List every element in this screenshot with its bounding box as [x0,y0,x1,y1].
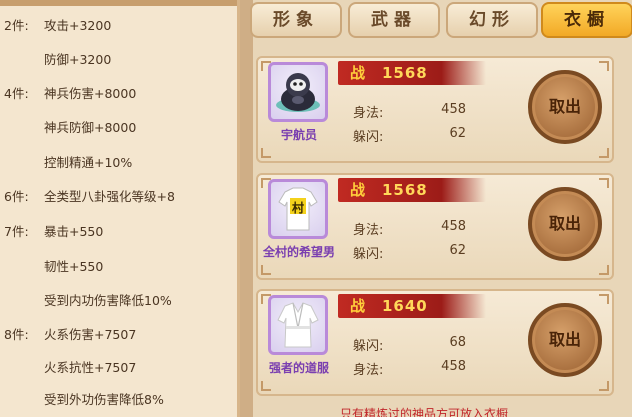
take-out-button[interactable]: 取出 [528,70,602,144]
bonus-text: 受到外功伤害降低8% [44,392,164,407]
stat-value: 458 [441,219,466,234]
power-label: 战 [350,297,366,315]
bonus-text: 韧性+550 [44,259,104,274]
stat-value: 458 [441,102,466,117]
bonus-text: 控制精通+10% [44,155,133,170]
bonus-text: 防御+3200 [44,52,112,67]
stat-value: 62 [449,126,466,141]
wardrobe-note: 只有精炼过的神品方可放入衣橱 [340,407,509,417]
tab-wardrobe[interactable]: 衣橱 [541,2,632,38]
take-out-button[interactable]: 取出 [528,303,602,377]
stat-value: 62 [449,243,466,258]
card-corner [261,148,271,158]
card-corner [599,148,609,158]
bonus-text: 火系伤害+7507 [44,327,137,342]
martial-robe-icon[interactable] [268,295,328,355]
power-value: 1568 [382,181,428,199]
village-hope-shirt-icon[interactable]: 村 [268,179,328,239]
bonus-text: 神兵伤害+8000 [44,86,137,101]
item-name: 强者的道服 [268,361,329,375]
bonus-count: 8件: [4,327,29,342]
tab-transform[interactable]: 幻形 [446,2,538,38]
bonus-text: 全类型八卦强化等级+8 [44,189,175,204]
bonus-text: 受到内功伤害降低10% [44,293,172,308]
bonus-text: 火系抗性+7507 [44,360,137,375]
stat-label: 躲闪: [353,247,384,262]
bonus-count: 7件: [4,224,29,239]
power-value: 1568 [382,64,428,82]
wardrobe-item-card: 村 全村的希望男 战 1568 身法: 458 躲闪: 62 取出 [256,173,614,280]
stat-label: 躲闪: [353,339,384,354]
wardrobe-item-card: 强者的道服 战 1640 躲闪: 68 身法: 458 取出 [256,289,614,396]
wardrobe-item-card: 宇航员 战 1568 身法: 458 躲闪: 62 取出 [256,56,614,163]
bonus-text: 攻击+3200 [44,18,112,33]
item-name: 全村的希望男 [262,245,335,259]
power-label: 战 [350,64,366,82]
stat-label: 身法: [353,223,384,238]
card-corner [599,265,609,275]
card-corner [261,265,271,275]
bonus-count: 2件: [4,18,29,33]
set-bonus-panel: 2件: 攻击+3200 防御+3200 4件: 神兵伤害+8000 神兵防御+8… [0,0,240,417]
bonus-count: 6件: [4,189,29,204]
bonus-text: 暴击+550 [44,224,104,239]
card-corner [599,381,609,391]
power-label: 战 [350,181,366,199]
take-out-button[interactable]: 取出 [528,187,602,261]
tab-appearance[interactable]: 形象 [250,2,342,38]
card-corner [261,381,271,391]
card-corner [599,294,609,304]
stat-label: 身法: [353,363,384,378]
bonus-count: 4件: [4,86,29,101]
item-name: 宇航员 [280,128,317,142]
card-corner [599,178,609,188]
stat-label: 身法: [353,106,384,121]
stat-value: 458 [441,359,466,374]
card-corner [599,61,609,71]
stat-value: 68 [449,335,466,350]
stat-label: 躲闪: [353,130,384,145]
bonus-text: 神兵防御+8000 [44,120,137,135]
astronaut-icon[interactable] [268,62,328,122]
shirt-logo: 村 [291,201,304,215]
tab-weapon[interactable]: 武器 [348,2,440,38]
power-value: 1640 [382,297,428,315]
